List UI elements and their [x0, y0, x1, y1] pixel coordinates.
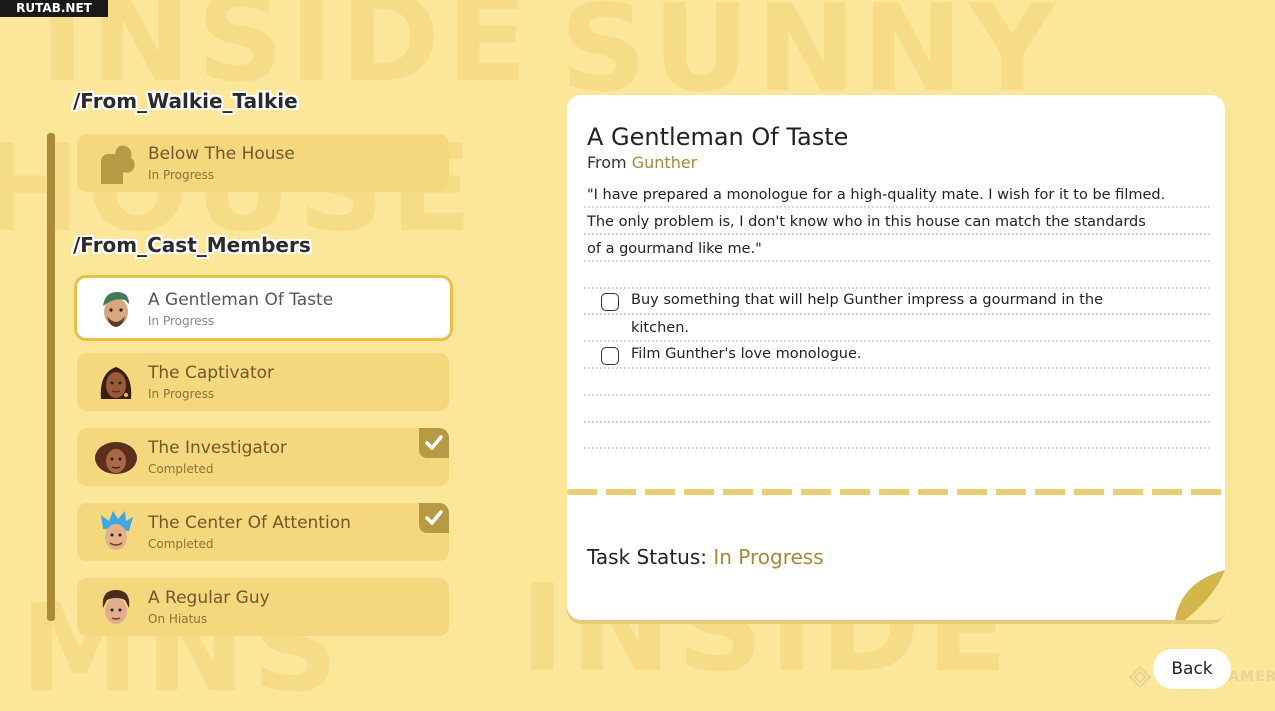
blue-hair-portrait-icon [101, 511, 133, 550]
task-text: kitchen. [631, 320, 689, 336]
ruled-line [584, 313, 1210, 315]
ruled-line [584, 447, 1210, 449]
section-title-cast-members: /From_Cast_Members [73, 233, 311, 257]
gunther-portrait-icon [103, 292, 129, 327]
task-checkbox[interactable] [601, 293, 619, 311]
regular-guy-portrait-icon [102, 590, 130, 624]
quest-item-investigator[interactable]: The Investigator Completed [77, 428, 449, 486]
investigator-portrait-icon [95, 442, 137, 474]
walkie-talkie-silhouette-icon [101, 145, 135, 184]
quest-item-regular-guy[interactable]: A Regular Guy On Hiatus [77, 578, 449, 636]
quest-item-center-of-attention[interactable]: The Center Of Attention Completed [77, 503, 449, 561]
site-tag: RUTAB.NET [0, 0, 108, 17]
completed-check-icon [419, 428, 449, 458]
back-button[interactable]: Back [1153, 649, 1231, 689]
description-line: "I have prepared a monologue for a high-… [587, 187, 1166, 203]
ruled-line [584, 206, 1210, 208]
task-status: Task Status: In Progress [587, 545, 824, 569]
dashed-divider [567, 489, 1225, 495]
quest-name: A Regular Guy [148, 588, 270, 608]
task-text: Buy something that will help Gunther imp… [631, 292, 1103, 308]
ruled-line [584, 287, 1210, 289]
quest-name: The Investigator [148, 438, 287, 458]
quest-status: On Hiatus [148, 612, 208, 626]
from-name: Gunther [631, 153, 698, 172]
quest-status: In Progress [148, 314, 215, 328]
quest-from: From Gunther [587, 153, 697, 172]
scrollbar[interactable] [47, 133, 55, 621]
ruled-line [584, 421, 1210, 423]
description-line: The only problem is, I don't know who in… [587, 214, 1146, 230]
description-line: of a gourmand like me." [587, 241, 762, 257]
quest-title: A Gentleman Of Taste [587, 123, 849, 151]
quest-name: A Gentleman Of Taste [148, 290, 334, 310]
quest-status: Completed [148, 537, 214, 551]
ruled-line [584, 340, 1210, 342]
quest-status: In Progress [148, 387, 215, 401]
quest-detail-card: A Gentleman Of Taste From Gunther "I hav… [567, 95, 1225, 620]
quest-item-captivator[interactable]: The Captivator In Progress [77, 353, 449, 411]
ruled-line [584, 367, 1210, 369]
quest-item-gentleman-of-taste[interactable]: A Gentleman Of Taste In Progress [74, 275, 453, 341]
quest-name: Below The House [148, 144, 295, 164]
task-checkbox[interactable] [601, 347, 619, 365]
ruled-line [584, 394, 1210, 396]
section-title-walkie-talkie: /From_Walkie_Talkie [73, 89, 298, 113]
quest-name: The Center Of Attention [148, 513, 351, 533]
task-status-label: Task Status: [587, 545, 707, 569]
task-text: Film Gunther's love monologue. [631, 346, 862, 362]
ruled-line [584, 233, 1210, 235]
page-curl-icon [1175, 570, 1225, 620]
watermark-icon [1128, 665, 1152, 689]
quest-item-below-the-house[interactable]: Below The House In Progress [77, 134, 449, 192]
completed-check-icon [419, 503, 449, 533]
quest-status: In Progress [148, 168, 215, 182]
ruled-line [584, 260, 1210, 262]
quest-name: The Captivator [148, 363, 275, 383]
quest-status: Completed [148, 462, 214, 476]
from-label: From [587, 153, 627, 172]
captivator-portrait-icon [100, 367, 132, 399]
task-status-value: In Progress [713, 545, 824, 569]
